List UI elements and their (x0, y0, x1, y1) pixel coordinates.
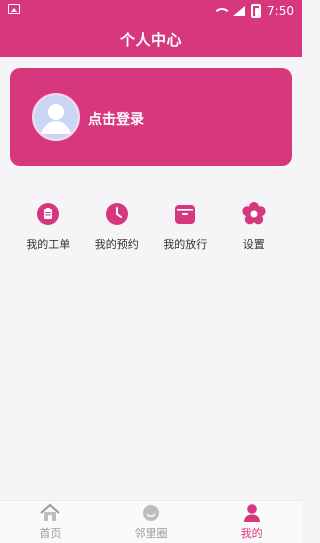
quick-action-label: 我的放行 (163, 238, 208, 251)
avatar[interactable] (32, 93, 80, 141)
quick-action-label: 我的预约 (94, 238, 139, 251)
quick-action-my-work-orders[interactable]: 我的工单 (14, 198, 83, 258)
tab-label: 首页 (39, 527, 62, 540)
battery-icon (251, 4, 262, 18)
bottom-tab-bar: 首页 邻里圈 我的 (0, 500, 302, 543)
home-icon (40, 503, 60, 521)
status-bar: 7:50 (0, 0, 302, 22)
status-time: 7:50 (267, 4, 294, 18)
avatar-placeholder-icon (34, 95, 78, 139)
page-title: 个人中心 (119, 31, 182, 49)
flower-gear-icon (242, 202, 266, 226)
quick-action-my-release[interactable]: 我的放行 (151, 198, 220, 258)
tab-label: 我的 (240, 527, 263, 540)
tab-home[interactable]: 首页 (0, 501, 101, 543)
clock-icon (105, 202, 129, 226)
tab-neighborhood[interactable]: 邻里圈 (101, 501, 202, 543)
signal-icon (233, 6, 246, 16)
tab-label: 邻里圈 (134, 527, 168, 540)
quick-action-label: 设置 (242, 238, 265, 251)
login-card[interactable]: 点击登录 (10, 68, 292, 166)
quick-action-settings[interactable]: 设置 (220, 198, 289, 258)
quick-actions: 我的工单 我的预约 我的放行 设置 (0, 198, 302, 258)
app-bar: 个人中心 (0, 22, 302, 57)
chat-bubble-icon (143, 505, 159, 521)
tab-mine[interactable]: 我的 (201, 501, 302, 543)
wifi-icon (213, 6, 227, 16)
login-link[interactable]: 点击登录 (88, 109, 144, 129)
quick-action-label: 我的工单 (26, 238, 71, 251)
archive-box-icon (173, 202, 197, 226)
image-icon (8, 4, 20, 14)
clipboard-icon (36, 202, 60, 226)
quick-action-my-appointments[interactable]: 我的预约 (83, 198, 152, 258)
person-icon (243, 504, 260, 522)
status-right: 7:50 (213, 2, 294, 20)
